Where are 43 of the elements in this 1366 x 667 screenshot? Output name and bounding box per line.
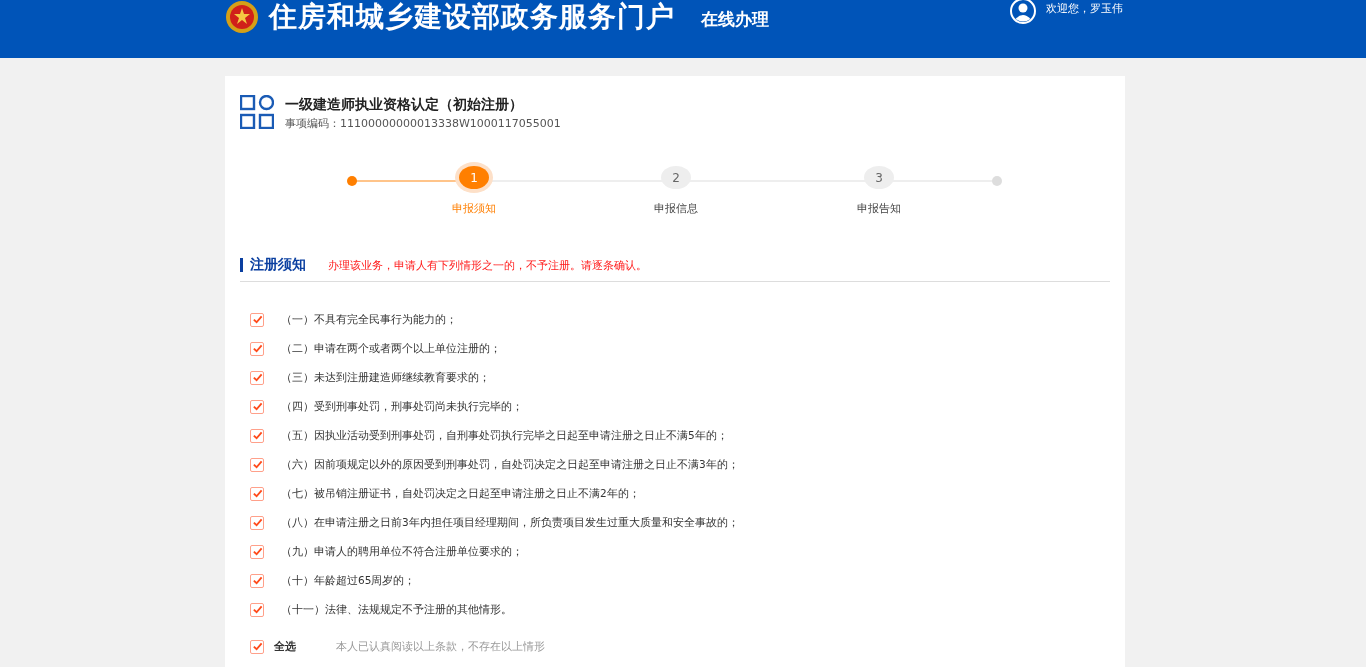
checkbox[interactable] bbox=[250, 486, 264, 501]
checkbox[interactable] bbox=[250, 370, 264, 385]
checkbox[interactable] bbox=[250, 573, 264, 588]
welcome-text: 欢迎您，罗玉伟 bbox=[1046, 2, 1123, 16]
checkbox[interactable] bbox=[250, 639, 264, 654]
notice-text: 办理该业务，申请人有下列情形之一的，不予注册。请逐条确认。 bbox=[328, 257, 647, 273]
condition-text: （四）受到刑事处罚，刑事处罚尚未执行完毕的； bbox=[281, 399, 523, 414]
condition-text: （一）不具有完全民事行为能力的； bbox=[281, 312, 457, 327]
section-title: 在线办理 bbox=[701, 8, 769, 30]
heading-marker bbox=[240, 258, 243, 272]
checkbox[interactable] bbox=[250, 544, 264, 559]
end-dot bbox=[992, 176, 1002, 186]
start-dot bbox=[347, 176, 357, 186]
site-title: 住房和城乡建设部政务服务门户 bbox=[269, 0, 675, 34]
checkbox[interactable] bbox=[250, 399, 264, 414]
checkbox[interactable] bbox=[250, 515, 264, 530]
condition-text: （九）申请人的聘用单位不符合注册单位要求的； bbox=[281, 544, 523, 559]
user-avatar-icon[interactable] bbox=[1010, 0, 1036, 24]
condition-text: （六）因前项规定以外的原因受到刑事处罚，自处罚决定之日起至申请注册之日止不满3年的； bbox=[281, 457, 739, 472]
step-label[interactable]: 申报告知 bbox=[857, 201, 901, 216]
step-label[interactable]: 申报须知 bbox=[452, 201, 496, 216]
condition-text: （五）因执业活动受到刑事处罚，自刑事处罚执行完毕之日起至申请注册之日止不满5年的； bbox=[281, 428, 728, 443]
checkbox[interactable] bbox=[250, 341, 264, 356]
condition-text: （八）在申请注册之日前3年内担任项目经理期间，所负责项目发生过重大质量和安全事故的； bbox=[281, 515, 739, 530]
checkbox[interactable] bbox=[250, 428, 264, 443]
grid-icon bbox=[240, 95, 274, 129]
condition-text: （二）申请在两个或者两个以上单位注册的； bbox=[281, 341, 501, 356]
select-all-label[interactable]: 全选 bbox=[274, 639, 296, 654]
item-code: 事项编码：11100000000013338W1000117055001 bbox=[285, 116, 561, 131]
step-number[interactable]: 2 bbox=[661, 166, 691, 189]
step-label[interactable]: 申报信息 bbox=[654, 201, 698, 216]
condition-text: （十一）法律、法规规定不予注册的其他情形。 bbox=[281, 602, 512, 617]
emblem-icon bbox=[225, 0, 259, 34]
step-number[interactable]: 3 bbox=[864, 166, 894, 189]
statement-text: 本人已认真阅读以上条款，不存在以上情形 bbox=[336, 639, 545, 654]
condition-text: （七）被吊销注册证书，自处罚决定之日起至申请注册之日止不满2年的； bbox=[281, 486, 640, 501]
condition-text: （三）未达到注册建造师继续教育要求的； bbox=[281, 370, 490, 385]
checkbox[interactable] bbox=[250, 457, 264, 472]
condition-text: （十）年龄超过65周岁的； bbox=[281, 573, 416, 588]
item-title: 一级建造师执业资格认定（初始注册） bbox=[285, 95, 524, 113]
section-heading: 注册须知 bbox=[250, 256, 306, 274]
checkbox[interactable] bbox=[250, 602, 264, 617]
checkbox[interactable] bbox=[250, 312, 264, 327]
